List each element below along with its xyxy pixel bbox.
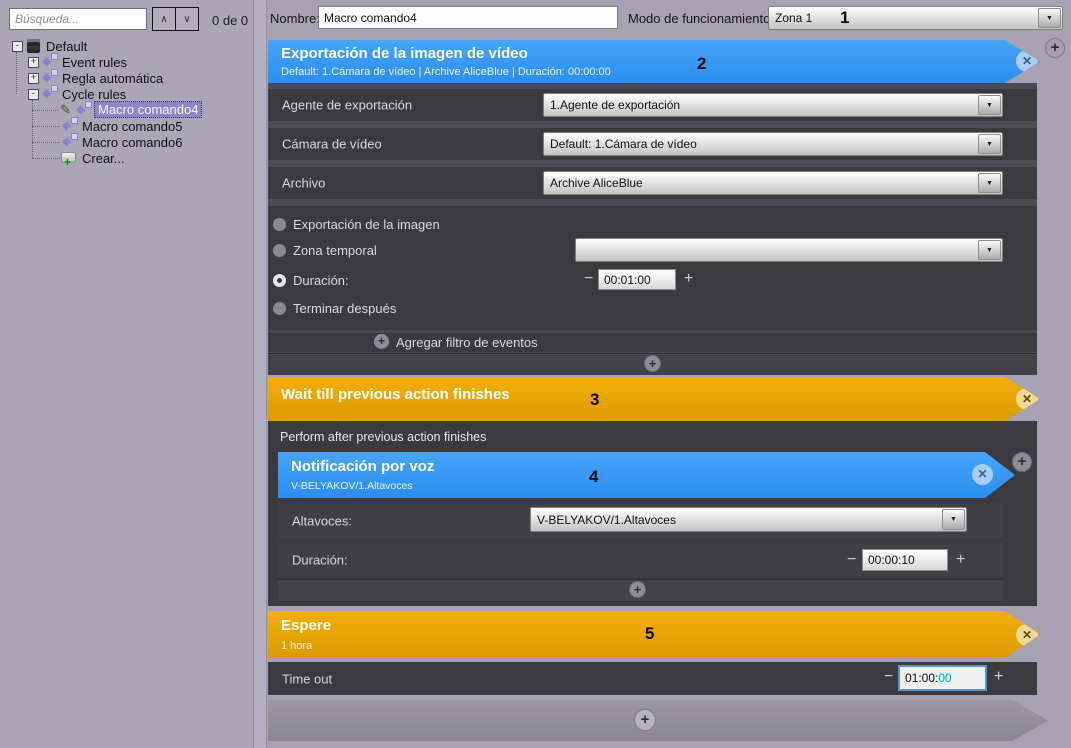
voice-action-title: Notificación por voz [291,458,434,475]
add-action-top-button[interactable]: + [1045,38,1065,58]
pencil-icon: ✎ [60,102,71,118]
close-icon[interactable]: ✕ [972,464,993,485]
rule-icon: ◆ [42,71,57,85]
plus-icon[interactable]: + [956,551,965,569]
radio-export-image[interactable] [273,218,286,231]
tree-expander[interactable]: - [28,89,39,100]
name-label: Nombre: [270,11,320,26]
speakers-select[interactable]: V-BELYAKOV/1.Altavoces ▼ [530,507,967,532]
dropdown-arrow-icon[interactable]: ▼ [978,240,1001,260]
mode-label: Modo de funcionamiento [628,11,770,26]
espere-action-subtitle: 1 hora [281,640,312,652]
radio-duration[interactable] [273,274,286,287]
close-icon[interactable]: ✕ [1016,624,1038,646]
annotation-5: 5 [645,624,654,644]
export-agent-select[interactable]: 1.Agente de exportación ▼ [543,93,1003,117]
add-filter-icon[interactable]: + [374,334,389,349]
tree-expander[interactable]: + [28,73,39,84]
mode-select[interactable]: Zona 1 ▼ [768,6,1063,30]
annotation-3: 3 [590,390,599,410]
search-input[interactable] [9,8,147,30]
search-result-counter: 0 de 0 [212,13,248,28]
export-action-header[interactable]: Exportación de la imagen de vídeo Defaul… [268,40,1040,83]
macro-name-input[interactable] [318,6,618,29]
minus-icon[interactable]: − [847,551,856,569]
add-icon[interactable]: + [634,709,656,731]
export-action-title: Exportación de la imagen de vídeo [281,45,528,62]
tree-item-macro-comando6[interactable]: ◆ Macro comando6 [0,134,253,150]
radio-finish-after[interactable] [273,302,286,315]
search-prev-button[interactable]: ∧ [152,7,176,31]
tree-item-cycle-rules[interactable]: - ◆ Cycle rules [0,86,253,102]
add-action-bottom-bar[interactable] [268,700,1048,741]
add-action-nested-button[interactable]: + [1012,452,1032,472]
tree-item-regla-automatica[interactable]: + ◆ Regla automática [0,70,253,86]
add-event-filter-label[interactable]: Agregar filtro de eventos [396,335,538,350]
tree-item-macro-comando5[interactable]: ◆ Macro comando5 [0,118,253,134]
chevron-down-icon: ∨ [183,14,190,25]
annotation-2: 2 [697,54,706,74]
dropdown-arrow-icon[interactable]: ▼ [978,134,1001,154]
rule-icon: ◆ [62,119,77,133]
minus-icon[interactable]: − [584,270,593,288]
time-zone-select[interactable]: ▼ [575,238,1003,262]
chevron-up-icon: ∧ [160,14,167,25]
duration-input[interactable]: 00:01:00 [598,269,676,290]
create-plus-icon: + [64,155,71,169]
rule-icon: ◆ [42,55,57,69]
espere-action-title: Espere [281,617,331,634]
selected-time-segment: 00 [938,671,951,685]
sidebar: ∧ ∨ 0 de 0 - Default + ◆ Event rules + ◆… [0,0,254,748]
tree-item-event-rules[interactable]: + ◆ Event rules [0,54,253,70]
tree-expander[interactable]: + [28,57,39,68]
close-icon[interactable]: ✕ [1016,50,1038,72]
dropdown-arrow-icon[interactable]: ▼ [942,509,965,530]
tree-item-macro-comando4[interactable]: ✎ ◆ Macro comando4 [0,102,253,118]
wait-action-title: Wait till previous action finishes [281,386,510,403]
rule-icon: ◆ [62,135,77,149]
tree-selected-label[interactable]: Macro comando4 [94,101,202,118]
search-next-button[interactable]: ∨ [175,7,199,31]
timeout-input[interactable]: 01:00:00 [898,665,987,691]
rule-icon: ◆ [76,103,91,117]
tree-item-crear[interactable]: + Crear... [0,150,253,166]
add-icon[interactable]: + [644,355,661,372]
dropdown-arrow-icon[interactable]: ▼ [1038,8,1061,28]
tree-item-default[interactable]: - Default [0,38,253,54]
annotation-4: 4 [589,467,598,487]
voice-action-subtitle: V-BELYAKOV/1.Altavoces [291,480,413,492]
annotation-1: 1 [840,8,849,28]
close-icon[interactable]: ✕ [1016,388,1038,410]
add-icon[interactable]: + [629,581,646,598]
rule-icon: ◆ [42,87,57,101]
dropdown-arrow-icon[interactable]: ▼ [978,95,1001,115]
dropdown-arrow-icon[interactable]: ▼ [978,173,1001,193]
minus-icon[interactable]: − [884,668,893,686]
video-camera-select[interactable]: Default: 1.Cámara de vídeo ▼ [543,132,1003,156]
tree-expander[interactable]: - [12,41,23,52]
archive-select[interactable]: Archive AliceBlue ▼ [543,171,1003,195]
wait-action-header[interactable]: Wait till previous action finishes ✕ [268,377,1040,421]
plus-icon[interactable]: + [994,668,1003,686]
voice-action-header[interactable]: Notificación por voz V-BELYAKOV/1.Altavo… [278,452,1015,498]
plus-icon[interactable]: + [684,270,693,288]
export-action-subtitle: Default: 1.Cámara de vídeo | Archive Ali… [281,66,611,78]
perform-after-label: Perform after previous action finishes [280,430,486,444]
radio-time-zone[interactable] [273,244,286,257]
sidebar-splitter[interactable] [254,0,267,748]
server-icon [27,39,40,53]
voice-duration-input[interactable]: 00:00:10 [862,549,948,571]
